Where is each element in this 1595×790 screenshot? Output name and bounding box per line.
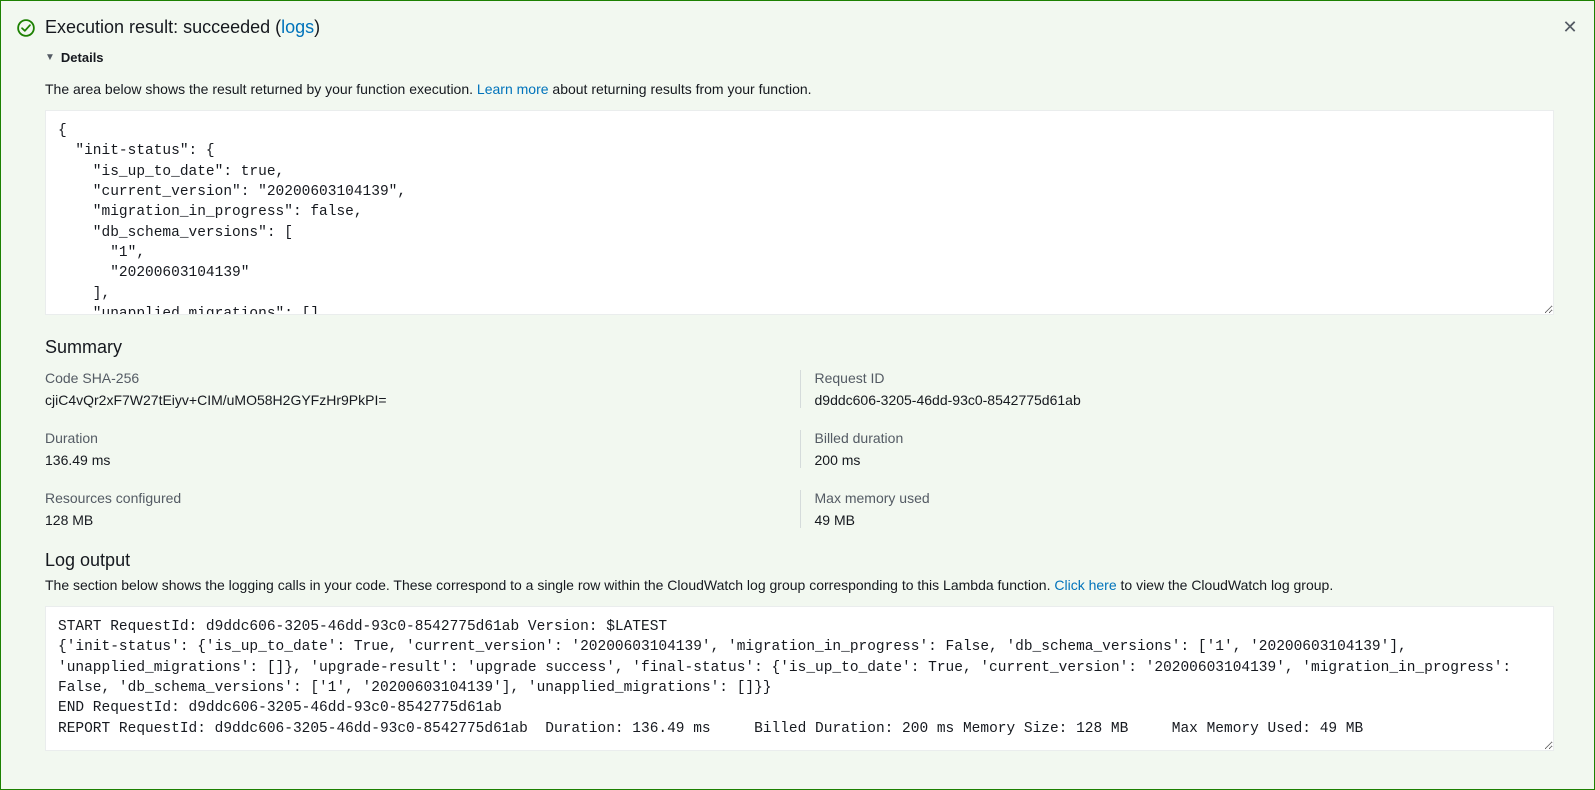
summary-label: Request ID: [815, 370, 1555, 386]
title-prefix: Execution result: succeeded (: [45, 17, 281, 37]
summary-value: 128 MB: [45, 512, 786, 528]
execution-result-panel: Execution result: succeeded (logs) ▼ Det…: [0, 0, 1595, 790]
details-toggle[interactable]: ▼ Details: [45, 50, 104, 65]
summary-cell: Request ID d9ddc606-3205-46dd-93c0-85427…: [800, 370, 1555, 408]
summary-value: 49 MB: [815, 512, 1555, 528]
alert-content: Execution result: succeeded (logs) ▼ Det…: [45, 15, 1554, 751]
result-desc-suffix: about returning results from your functi…: [549, 81, 812, 97]
log-desc-suffix: to view the CloudWatch log group.: [1117, 577, 1334, 593]
summary-label: Max memory used: [815, 490, 1555, 506]
summary-value: 200 ms: [815, 452, 1555, 468]
summary-heading: Summary: [45, 337, 1554, 358]
summary-label: Billed duration: [815, 430, 1555, 446]
close-icon[interactable]: ✕: [1562, 19, 1578, 35]
summary-value: 136.49 ms: [45, 452, 786, 468]
summary-cell: Duration 136.49 ms: [45, 430, 800, 468]
result-payload-box[interactable]: { "init-status": { "is_up_to_date": true…: [45, 110, 1554, 315]
learn-more-link[interactable]: Learn more: [477, 81, 549, 97]
alert-title: Execution result: succeeded (logs): [45, 15, 1554, 40]
log-output-box[interactable]: START RequestId: d9ddc606-3205-46dd-93c0…: [45, 606, 1554, 751]
summary-label: Code SHA-256: [45, 370, 786, 386]
summary-cell: Resources configured 128 MB: [45, 490, 800, 528]
summary-cell: Code SHA-256 cjiC4vQr2xF7W27tEiyv+CIM/uM…: [45, 370, 800, 408]
summary-value: d9ddc606-3205-46dd-93c0-8542775d61ab: [815, 392, 1555, 408]
log-desc-prefix: The section below shows the logging call…: [45, 577, 1054, 593]
summary-cell: Max memory used 49 MB: [800, 490, 1555, 528]
summary-cell: Billed duration 200 ms: [800, 430, 1555, 468]
result-description: The area below shows the result returned…: [45, 79, 1554, 100]
summary-label: Duration: [45, 430, 786, 446]
title-suffix: ): [314, 17, 320, 37]
details-label: Details: [61, 50, 104, 65]
caret-down-icon: ▼: [45, 52, 55, 63]
success-check-icon: [17, 19, 35, 37]
alert-header: Execution result: succeeded (logs) ▼ Det…: [17, 15, 1578, 751]
logs-link[interactable]: logs: [281, 17, 314, 37]
result-desc-prefix: The area below shows the result returned…: [45, 81, 477, 97]
log-heading: Log output: [45, 550, 1554, 571]
summary-label: Resources configured: [45, 490, 786, 506]
click-here-link[interactable]: Click here: [1054, 577, 1116, 593]
log-description: The section below shows the logging call…: [45, 575, 1554, 596]
summary-grid: Code SHA-256 cjiC4vQr2xF7W27tEiyv+CIM/uM…: [45, 370, 1554, 528]
summary-value: cjiC4vQr2xF7W27tEiyv+CIM/uMO58H2GYFzHr9P…: [45, 392, 786, 408]
